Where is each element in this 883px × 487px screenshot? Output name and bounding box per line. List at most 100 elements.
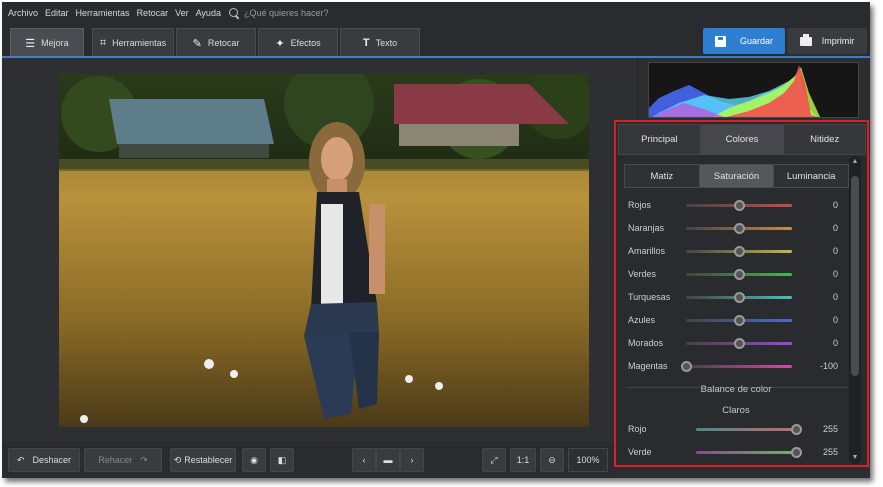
scroll-thumb[interactable] xyxy=(851,176,859,376)
slider-thumb[interactable] xyxy=(734,245,745,257)
slider-value: 0 xyxy=(832,315,838,325)
search-icon xyxy=(228,7,240,19)
menu-herramientas[interactable]: Herramientas xyxy=(76,8,130,18)
scroll-up-icon[interactable]: ▲ xyxy=(851,158,859,166)
slider-label: Magentas xyxy=(628,361,668,371)
preview-toggle-button[interactable]: ◉ xyxy=(242,448,266,472)
zoom-level[interactable]: 100% xyxy=(568,448,608,472)
fit-screen-icon: ⤢ xyxy=(490,454,498,465)
tab-herramientas[interactable]: ⌗ Herramientas xyxy=(92,28,174,57)
brush-icon: ✎ xyxy=(192,37,202,50)
reset-icon: ⟲ xyxy=(173,454,182,465)
undo-label: Deshacer xyxy=(32,455,72,465)
printer-icon xyxy=(799,33,812,46)
floppy-disk-icon xyxy=(714,35,726,47)
slider-value: 0 xyxy=(832,338,838,348)
menu-editar[interactable]: Editar xyxy=(45,8,69,18)
slider-row-magentas: Magentas -100 xyxy=(628,359,848,373)
panel-scrollbar[interactable]: ▲ ▼ xyxy=(849,156,861,464)
menu-bar: Archivo Editar Herramientas Retocar Ver … xyxy=(2,2,870,24)
reset-button[interactable]: ⟲ Restablecer xyxy=(170,448,236,472)
next-button[interactable]: › xyxy=(400,448,424,472)
slider-track[interactable] xyxy=(696,423,802,435)
slider-value: -100 xyxy=(819,361,838,371)
slider-thumb[interactable] xyxy=(734,222,745,234)
slider-row-verdes: Verdes 0 xyxy=(628,267,848,281)
slider-label: Naranjas xyxy=(628,223,665,233)
slider-track[interactable] xyxy=(696,446,802,458)
search-box[interactable]: ¿Qué quieres hacer? xyxy=(228,7,329,19)
slider-label: Verdes xyxy=(628,269,657,279)
menu-ayuda[interactable]: Ayuda xyxy=(196,8,221,18)
chevron-right-icon: › xyxy=(410,455,414,465)
tab-mejora[interactable]: ☰ Mejora xyxy=(10,28,84,57)
slider-thumb[interactable] xyxy=(681,360,692,372)
slider-track[interactable] xyxy=(686,337,792,349)
slider-track[interactable] xyxy=(686,245,792,257)
tab-texto[interactable]: T Texto xyxy=(340,28,420,57)
slider-track[interactable] xyxy=(686,291,792,303)
slider-row-azules: Azules 0 xyxy=(628,313,848,327)
color-subtabs: Matiz Saturación Luminancia xyxy=(624,164,849,188)
open-folder-button[interactable]: ▬ xyxy=(376,448,400,472)
slider-row-amarillos: Amarillos 0 xyxy=(628,244,848,258)
image-canvas xyxy=(2,58,638,442)
slider-thumb[interactable] xyxy=(734,268,745,280)
section-title-balance: Balance de color xyxy=(700,384,772,395)
slider-row-turquesas: Turquesas 0 xyxy=(628,290,848,304)
slider-thumb[interactable] xyxy=(734,337,745,349)
zoom-out-button[interactable]: ⊖ xyxy=(540,448,564,472)
slider-track[interactable] xyxy=(686,314,792,326)
slider-label: Rojo xyxy=(628,424,647,434)
tab-principal[interactable]: Principal xyxy=(618,124,701,155)
save-label: Guardar xyxy=(739,36,774,46)
photo[interactable] xyxy=(59,74,589,427)
search-placeholder: ¿Qué quieres hacer? xyxy=(243,8,329,18)
redo-button[interactable]: Rehacer ↷ xyxy=(84,448,162,472)
zoom-value: 100% xyxy=(576,455,600,465)
slider-label: Turquesas xyxy=(628,292,671,302)
minus-icon: ⊖ xyxy=(548,454,556,465)
tab-label: Retocar xyxy=(207,38,240,48)
panel-tabs: Principal Colores Nitidez xyxy=(618,124,867,155)
subtab-luminancia[interactable]: Luminancia xyxy=(774,165,849,187)
previous-button[interactable]: ‹ xyxy=(352,448,376,472)
fit-screen-button[interactable]: ⤢ xyxy=(482,448,506,472)
slider-label: Verde xyxy=(628,447,652,457)
slider-thumb[interactable] xyxy=(734,314,745,326)
print-button[interactable]: Imprimir xyxy=(787,28,867,54)
print-label: Imprimir xyxy=(821,36,855,46)
magic-wand-icon: ✦ xyxy=(275,37,285,50)
tab-retocar[interactable]: ✎ Retocar xyxy=(176,28,256,57)
menu-archivo[interactable]: Archivo xyxy=(8,8,38,18)
subtab-saturacion[interactable]: Saturación xyxy=(699,165,775,187)
slider-track[interactable] xyxy=(686,222,792,234)
slider-row-morados: Morados 0 xyxy=(628,336,848,350)
folder-icon: ▬ xyxy=(383,455,393,465)
text-icon: T xyxy=(362,37,370,49)
slider-track[interactable] xyxy=(686,199,792,211)
compare-icon: ◧ xyxy=(277,454,287,465)
tab-label: Texto xyxy=(375,38,398,48)
actual-size-button[interactable]: 1:1 xyxy=(510,448,536,472)
tab-nitidez[interactable]: Nitidez xyxy=(783,124,867,155)
slider-thumb[interactable] xyxy=(734,199,745,211)
tab-colores[interactable]: Colores xyxy=(700,124,784,155)
slider-track[interactable] xyxy=(686,268,792,280)
histogram xyxy=(648,62,859,118)
ratio-label: 1:1 xyxy=(516,455,530,465)
tab-label: Efectos xyxy=(290,38,321,48)
undo-button[interactable]: ↶ Deshacer xyxy=(8,448,80,472)
save-button[interactable]: Guardar xyxy=(703,28,785,54)
adjustments-panel: Principal Colores Nitidez Matiz Saturaci… xyxy=(614,120,869,467)
sliders-icon: ☰ xyxy=(25,37,36,50)
subtab-matiz[interactable]: Matiz xyxy=(625,165,700,187)
slider-value: 0 xyxy=(832,292,838,302)
slider-track[interactable] xyxy=(681,360,792,372)
slider-thumb[interactable] xyxy=(734,291,745,303)
compare-button[interactable]: ◧ xyxy=(270,448,294,472)
menu-retocar[interactable]: Retocar xyxy=(137,8,169,18)
menu-ver[interactable]: Ver xyxy=(175,8,189,18)
scroll-down-icon[interactable]: ▼ xyxy=(851,454,859,462)
tab-efectos[interactable]: ✦ Efectos xyxy=(258,28,338,57)
